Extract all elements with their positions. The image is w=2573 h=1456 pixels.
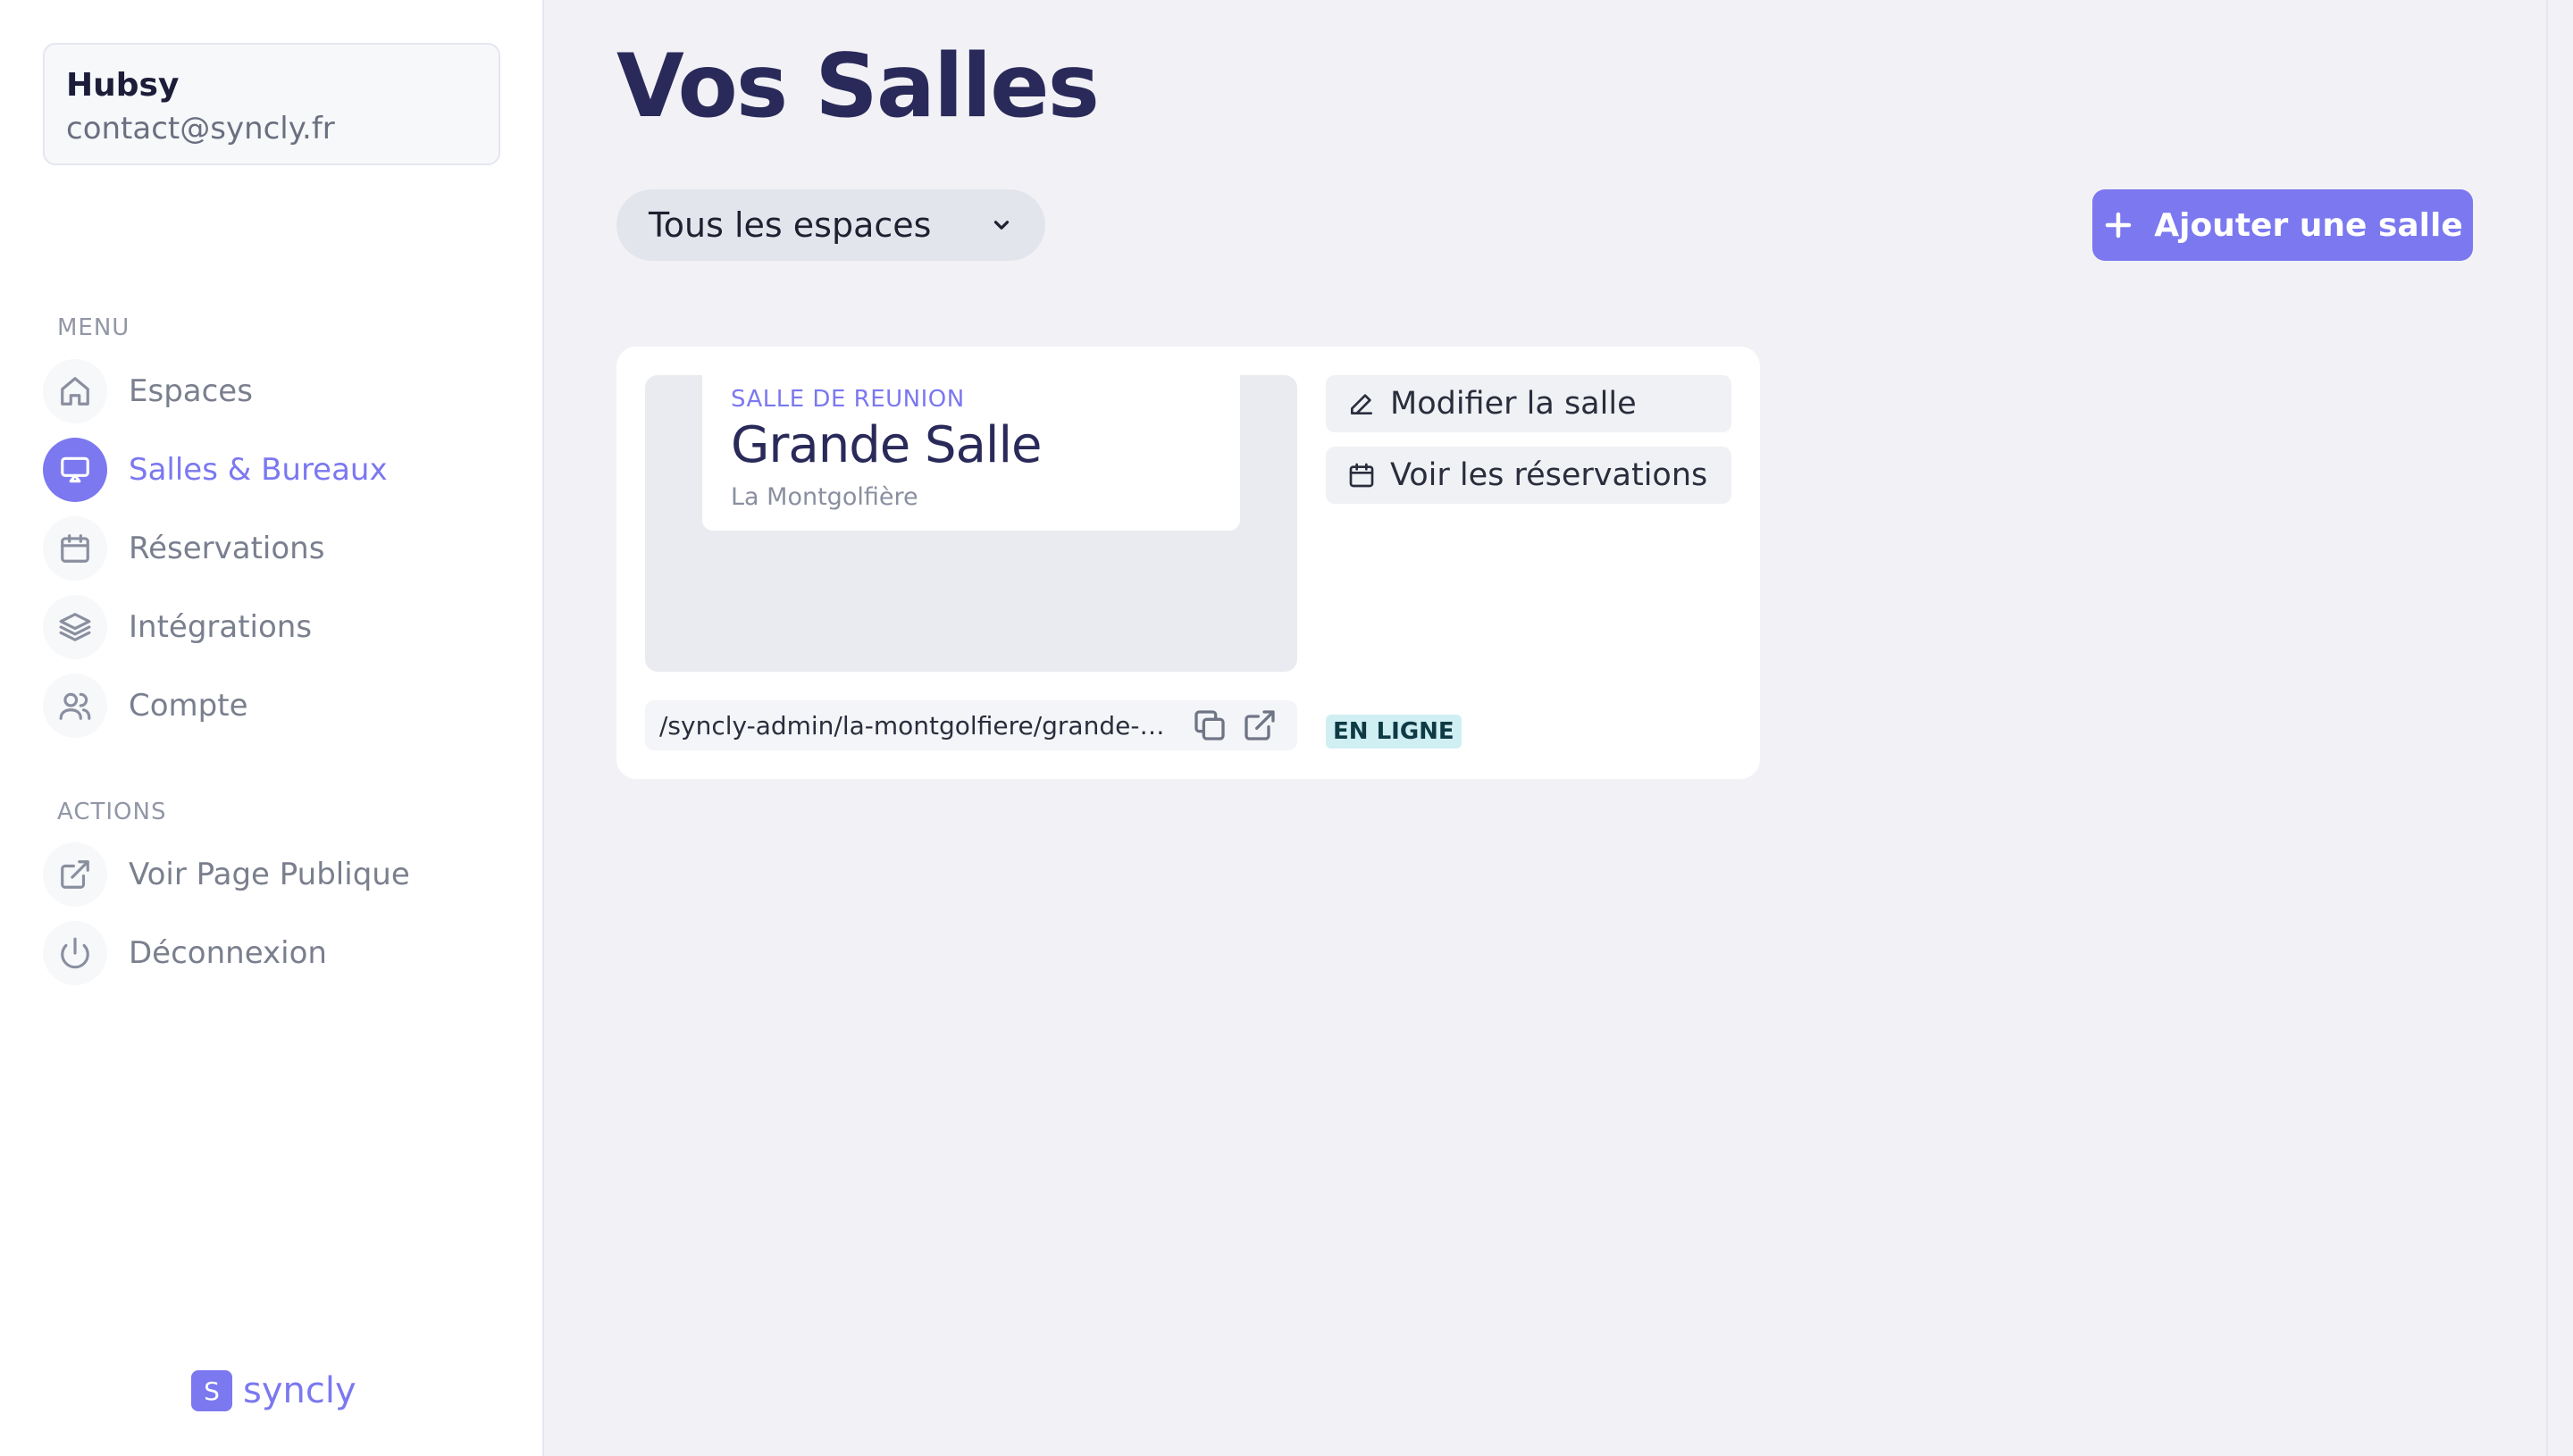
- sidebar-item-label: Réservations: [129, 531, 325, 566]
- sidebar: Hubsy contact@syncly.fr MENU Espaces Sal…: [0, 0, 544, 1456]
- space-filter-value: Tous les espaces: [649, 205, 932, 245]
- sidebar-item-compte[interactable]: Compte: [43, 674, 248, 738]
- calendar-icon: [1349, 463, 1374, 488]
- presentation-icon: [43, 438, 107, 502]
- room-url-box: /syncly-admin/la-montgolfiere/grande-sal…: [645, 700, 1297, 750]
- edit-room-label: Modifier la salle: [1390, 386, 1637, 422]
- sidebar-item-salles-bureaux[interactable]: Salles & Bureaux: [43, 438, 388, 502]
- plus-icon: [2106, 212, 2132, 238]
- room-preview[interactable]: SALLE DE REUNION Grande Salle La Montgol…: [645, 375, 1297, 672]
- layers-icon: [43, 595, 107, 659]
- sidebar-item-label: Compte: [129, 688, 248, 724]
- sidebar-item-label: Déconnexion: [129, 935, 327, 971]
- sidebar-item-integrations[interactable]: Intégrations: [43, 595, 312, 659]
- user-email: contact@syncly.fr: [66, 111, 335, 146]
- sidebar-item-label: Espaces: [129, 373, 253, 409]
- logo-text: syncly: [243, 1370, 356, 1411]
- space-filter-select[interactable]: Tous les espaces: [616, 189, 1045, 261]
- right-divider: [2546, 0, 2548, 1456]
- status-badge: EN LIGNE: [1326, 715, 1462, 749]
- room-card: SALLE DE REUNION Grande Salle La Montgol…: [616, 347, 1760, 779]
- add-room-button[interactable]: Ajouter une salle: [2092, 189, 2473, 261]
- sidebar-item-voir-page-publique[interactable]: Voir Page Publique: [43, 842, 410, 907]
- sidebar-item-espaces[interactable]: Espaces: [43, 359, 253, 423]
- chevron-down-icon: [993, 221, 1010, 230]
- logo-badge: S: [191, 1370, 232, 1411]
- sidebar-item-label: Voir Page Publique: [129, 857, 410, 892]
- room-type: SALLE DE REUNION: [731, 386, 965, 413]
- power-icon: [43, 921, 107, 985]
- home-icon: [43, 359, 107, 423]
- sidebar-item-label: Intégrations: [129, 609, 313, 645]
- pencil-icon: [1351, 394, 1372, 414]
- room-url[interactable]: /syncly-admin/la-montgolfiere/grande-sal…: [659, 711, 1178, 741]
- room-place: La Montgolfière: [731, 483, 918, 511]
- sidebar-item-reservations[interactable]: Réservations: [43, 516, 324, 581]
- room-info: SALLE DE REUNION Grande Salle La Montgol…: [702, 375, 1240, 531]
- menu-section-title: MENU: [57, 314, 130, 341]
- edit-room-button[interactable]: Modifier la salle: [1326, 375, 1731, 432]
- calendar-icon: [43, 516, 107, 581]
- actions-section-title: ACTIONS: [57, 799, 167, 825]
- external-link-icon: [43, 842, 107, 907]
- user-name: Hubsy: [66, 67, 180, 104]
- view-reservations-button[interactable]: Voir les réservations: [1326, 447, 1731, 504]
- user-card[interactable]: Hubsy contact@syncly.fr: [43, 43, 500, 165]
- copy-icon[interactable]: [1192, 707, 1228, 743]
- external-link-icon[interactable]: [1242, 707, 1278, 743]
- sidebar-item-label: Salles & Bureaux: [129, 452, 388, 488]
- page-title: Vos Salles: [616, 36, 1100, 138]
- users-icon: [43, 674, 107, 738]
- view-reservations-label: Voir les réservations: [1390, 457, 1708, 493]
- syncly-logo: S syncly: [191, 1370, 356, 1411]
- room-name: Grande Salle: [731, 416, 1042, 474]
- sidebar-item-deconnexion[interactable]: Déconnexion: [43, 921, 327, 985]
- add-room-label: Ajouter une salle: [2154, 206, 2463, 244]
